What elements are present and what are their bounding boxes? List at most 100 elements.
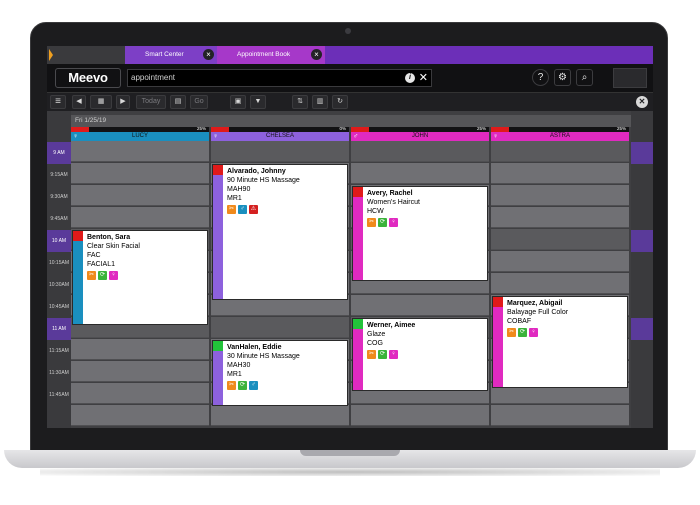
male-icon: ♂ bbox=[238, 205, 247, 214]
time-slot[interactable] bbox=[491, 229, 629, 250]
female-icon: ♀ bbox=[389, 350, 398, 359]
time-slot[interactable] bbox=[491, 163, 629, 184]
time-slot-label: 10:15AM bbox=[48, 260, 69, 266]
day-view-icon[interactable]: ▣ bbox=[230, 95, 246, 109]
appointment-code: COBAF bbox=[507, 318, 532, 325]
gender-icon: ♀ bbox=[73, 133, 79, 140]
time-slot[interactable] bbox=[71, 383, 209, 404]
time-slot[interactable] bbox=[211, 405, 349, 426]
appointment-resource: FACIAL1 bbox=[87, 261, 116, 268]
meevo-logo[interactable]: Meevo bbox=[55, 68, 121, 88]
tab-bar-cap[interactable] bbox=[47, 46, 125, 64]
prev-day-icon[interactable]: ◀ bbox=[72, 95, 86, 109]
time-slot[interactable] bbox=[351, 405, 489, 426]
go-button[interactable]: Go bbox=[190, 95, 208, 109]
time-slot[interactable] bbox=[211, 141, 349, 162]
provider-header-astra[interactable]: 25% ASTRA ♀ bbox=[491, 126, 629, 141]
time-slot-label bbox=[631, 296, 653, 318]
appointment-card[interactable]: Benton, Sara Clear Skin Facial FAC FACIAL1 ✂… bbox=[72, 230, 208, 325]
appointment-details: VanHalen, Eddie 30 Minute HS Massage MAH30… bbox=[227, 343, 300, 379]
columns-icon[interactable]: ▥ bbox=[312, 95, 328, 109]
appointment-client: Avery, Rachel bbox=[367, 190, 413, 197]
appointment-card[interactable]: Werner, Aimee Glaze COG ✂ ⟳ ♀ bbox=[352, 318, 488, 391]
appointment-card[interactable]: VanHalen, Eddie 30 Minute HS Massage MAH30… bbox=[212, 340, 348, 406]
time-slot[interactable] bbox=[71, 405, 209, 426]
appointment-resource: MR1 bbox=[227, 371, 242, 378]
appointment-client: Marquez, Abigail bbox=[507, 300, 563, 307]
refresh-icon[interactable]: ↻ bbox=[332, 95, 348, 109]
close-tab-icon[interactable]: × bbox=[311, 49, 322, 60]
filter-icon[interactable]: ▼ bbox=[250, 95, 266, 109]
time-slot[interactable] bbox=[351, 163, 489, 184]
laptop-mockup: Smart Center × Appointment Book × Meevo … bbox=[0, 0, 700, 505]
tab-appointment-book[interactable]: Appointment Book × bbox=[217, 46, 325, 64]
appointment-client: Alvarado, Johnny bbox=[227, 168, 286, 175]
appointment-card[interactable]: Marquez, Abigail Balayage Full Color COBAF… bbox=[492, 296, 628, 389]
close-icon[interactable]: ✕ bbox=[636, 96, 648, 108]
time-slot-label: 10:45AM bbox=[48, 304, 69, 310]
appointment-details: Benton, Sara Clear Skin Facial FAC FACIAL1 bbox=[87, 233, 140, 269]
status-flag bbox=[493, 297, 503, 307]
search-icon[interactable]: ⌕ bbox=[576, 69, 593, 86]
time-slot[interactable] bbox=[71, 141, 209, 162]
info-icon[interactable]: i bbox=[405, 73, 415, 83]
time-slot-label bbox=[631, 208, 653, 230]
today-button[interactable]: Today bbox=[136, 95, 166, 109]
menu-icon[interactable]: ≡ bbox=[50, 95, 66, 109]
service-icon: ✂ bbox=[87, 271, 96, 280]
provider-header-john[interactable]: 25% JOHN ♂ bbox=[351, 126, 489, 141]
time-slot[interactable] bbox=[351, 295, 489, 316]
help-icon[interactable]: ? bbox=[532, 69, 549, 86]
provider-header-lucy[interactable]: 25% LUCY ♀ bbox=[71, 126, 209, 141]
time-slot[interactable] bbox=[71, 163, 209, 184]
appointment-card[interactable]: Alvarado, Johnny 90 Minute HS Massage MAH9… bbox=[212, 164, 348, 301]
time-slot[interactable] bbox=[491, 273, 629, 294]
time-slot[interactable] bbox=[351, 141, 489, 162]
service-icon: ✂ bbox=[367, 350, 376, 359]
rebook-icon: ⟳ bbox=[518, 328, 527, 337]
time-slot[interactable] bbox=[71, 361, 209, 382]
provider-color-strip bbox=[493, 297, 503, 388]
time-slot[interactable] bbox=[491, 185, 629, 206]
time-slot-label: 11:30AM bbox=[49, 370, 69, 376]
calendar-grid-icon[interactable]: ▦ bbox=[90, 95, 112, 109]
clear-search-icon[interactable]: ✕ bbox=[419, 70, 428, 86]
app-header: Meevo appointment i ✕ ? ⚙ ⌕ bbox=[47, 64, 653, 92]
appointment-details: Marquez, Abigail Balayage Full Color COBAF bbox=[507, 299, 568, 326]
search-input[interactable]: appointment i ✕ bbox=[127, 69, 432, 87]
time-slot[interactable] bbox=[71, 207, 209, 228]
time-slot-label bbox=[631, 384, 653, 406]
time-slot-label bbox=[631, 142, 653, 164]
next-day-icon[interactable]: ▶ bbox=[116, 95, 130, 109]
appointment-card[interactable]: Avery, Rachel Women's Haircut HCW ✂ ⟳ ♀ bbox=[352, 186, 488, 281]
user-settings-icon[interactable]: ⚙ bbox=[554, 69, 571, 86]
female-icon: ♀ bbox=[389, 218, 398, 227]
date-picker-icon[interactable]: ▤ bbox=[170, 95, 186, 109]
tab-smart-center[interactable]: Smart Center × bbox=[125, 46, 217, 64]
time-slot-label bbox=[631, 252, 653, 274]
time-slot-label: 11 AM bbox=[47, 318, 71, 340]
status-flag bbox=[213, 341, 223, 351]
close-tab-icon[interactable]: × bbox=[203, 49, 214, 60]
provider-name: JOHN bbox=[351, 132, 489, 141]
time-slot[interactable] bbox=[491, 251, 629, 272]
time-slot-label: 11:15AM bbox=[49, 348, 69, 354]
appointment-icons: ✂ ♂ ⚠ bbox=[227, 205, 258, 214]
provider-name: CHELSEA bbox=[211, 132, 349, 141]
appointment-client: VanHalen, Eddie bbox=[227, 344, 282, 351]
time-slot[interactable] bbox=[71, 185, 209, 206]
appointment-icons: ✂ ⟳ ♀ bbox=[367, 350, 398, 359]
time-slot[interactable] bbox=[491, 207, 629, 228]
appointment-icons: ✂ ⟳ ♂ bbox=[227, 381, 258, 390]
appointment-calendar: 9 AM 9:15AM 9:30AM 9:45AM 10 AM 10:15AM 10:30A… bbox=[47, 111, 653, 428]
time-slot[interactable] bbox=[491, 141, 629, 162]
appointment-icons: ✂ ⟳ ♀ bbox=[507, 328, 538, 337]
user-box[interactable] bbox=[613, 68, 647, 88]
provider-name: LUCY bbox=[71, 132, 209, 141]
swap-icon[interactable]: ⇅ bbox=[292, 95, 308, 109]
status-flag bbox=[353, 319, 363, 329]
time-slot[interactable] bbox=[491, 405, 629, 426]
provider-header-chelsea[interactable]: 0% CHELSEA ♀ bbox=[211, 126, 349, 141]
time-slot[interactable] bbox=[211, 317, 349, 338]
time-slot[interactable] bbox=[71, 339, 209, 360]
